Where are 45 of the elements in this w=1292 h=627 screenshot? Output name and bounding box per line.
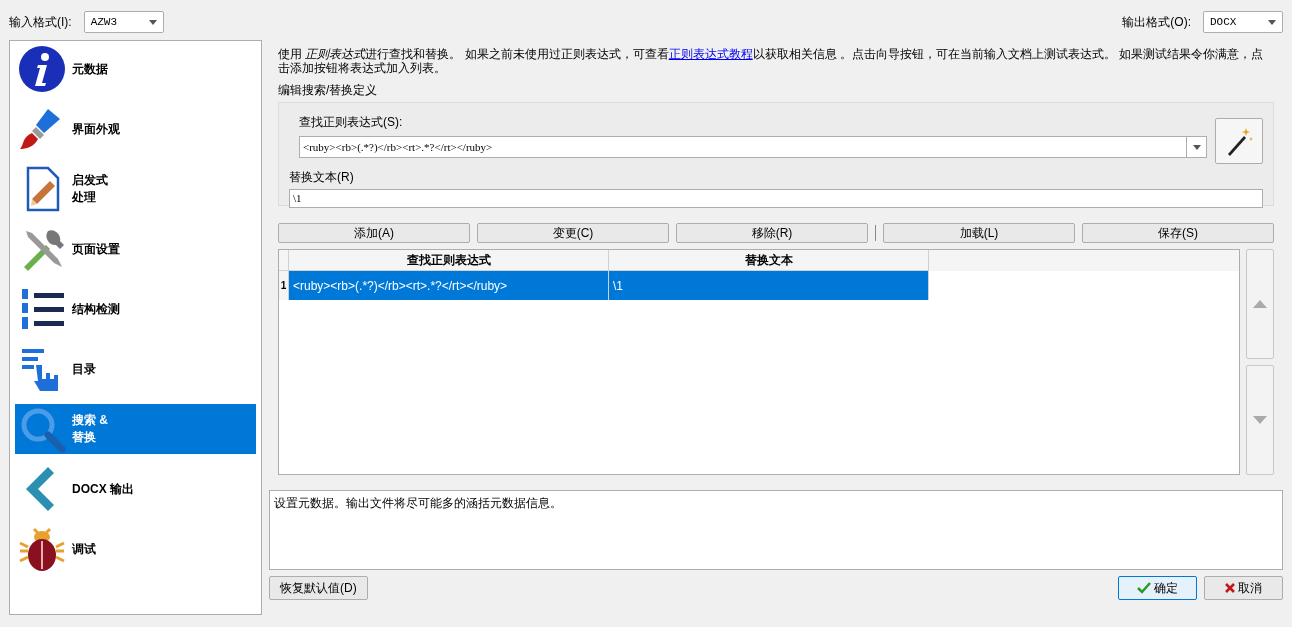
sidebar-item[interactable]: 调试 <box>15 524 256 574</box>
replace-label: 替换文本(R) <box>289 169 355 186</box>
sidebar-item[interactable]: 界面外观 <box>15 104 256 154</box>
restore-defaults-button[interactable]: 恢复默认值(D) <box>269 576 368 600</box>
row-number: 1 <box>279 271 289 300</box>
checkmark-icon <box>1137 582 1151 594</box>
help-text: 设置元数据。输出文件将尽可能多的涵括元数据信息。 <box>274 496 562 510</box>
tutorial-link[interactable]: 正则表达式教程 <box>668 47 753 61</box>
format-label: 输出格式(O): <box>1122 14 1191 31</box>
section-title: 编辑搜索/替换定义 <box>277 82 379 99</box>
format-label: 输入格式(I): <box>9 14 72 31</box>
search-label: 查找正则表达式(S): <box>299 114 404 131</box>
ok-button[interactable]: 确定 <box>1118 576 1197 600</box>
sidebar-item[interactable]: 页面设置 <box>15 224 256 274</box>
sidebar-item[interactable]: 目录 <box>15 344 256 394</box>
search-regex-field[interactable]: <ruby><rb>(.*?)</rb><rt>.*?</rt></ruby> <box>299 136 1207 158</box>
action-button[interactable]: 加载(L) <box>883 223 1075 243</box>
dropdown-caret-icon <box>1192 144 1201 150</box>
cancel-button[interactable]: 取消 <box>1204 576 1283 600</box>
info-icon <box>18 45 66 93</box>
close-icon <box>1225 583 1235 593</box>
action-button[interactable]: 添加(A) <box>278 223 470 243</box>
input-format-dropdown[interactable]: AZW3 <box>83 11 164 33</box>
table-cell: \1 <box>609 271 929 300</box>
intro-paragraph: 使用 正则表达式进行查找和替换。 如果之前未使用过正则表达式，可查看正则表达式教程以获取相关信息 。点击向导按钮，可在当前输入文档上测试表达式。 如果测试结果令你满意，点击添加按钮将表达式加入列表。 <box>277 47 1265 75</box>
table-row[interactable]: 1 <ruby><rb>(.*?)</rb><rt>.*?</rt></ruby> \1 <box>279 271 1239 300</box>
replace-text-field[interactable]: \1 <box>289 189 1263 208</box>
action-button[interactable]: 变更(C) <box>477 223 669 243</box>
action-button[interactable]: 保存(S) <box>1082 223 1274 243</box>
sidebar-item[interactable]: 启发式 处理 <box>15 164 256 214</box>
table-cell: <ruby><rb>(.*?)</rb><rt>.*?</rt></ruby> <box>289 271 609 300</box>
move-down-button[interactable] <box>1246 365 1274 475</box>
move-up-button[interactable] <box>1246 249 1274 359</box>
wizard-button[interactable] <box>1215 118 1263 164</box>
down-arrow-icon <box>1253 416 1267 424</box>
bug-icon <box>18 525 66 573</box>
sidebar-item[interactable]: 搜索 & 替换 <box>15 404 256 454</box>
sidebar-item[interactable]: 结构检测 <box>15 284 256 334</box>
output-format-dropdown[interactable]: DOCX <box>1203 11 1283 33</box>
dropdown-caret-icon <box>148 19 157 25</box>
sidebar-item[interactable]: 元数据 <box>15 44 256 94</box>
up-arrow-icon <box>1253 300 1267 308</box>
action-button[interactable]: 移除(R) <box>676 223 868 243</box>
dropdown-caret-icon <box>1268 19 1276 25</box>
sidebar-item[interactable]: DOCX 输出 <box>15 464 256 514</box>
